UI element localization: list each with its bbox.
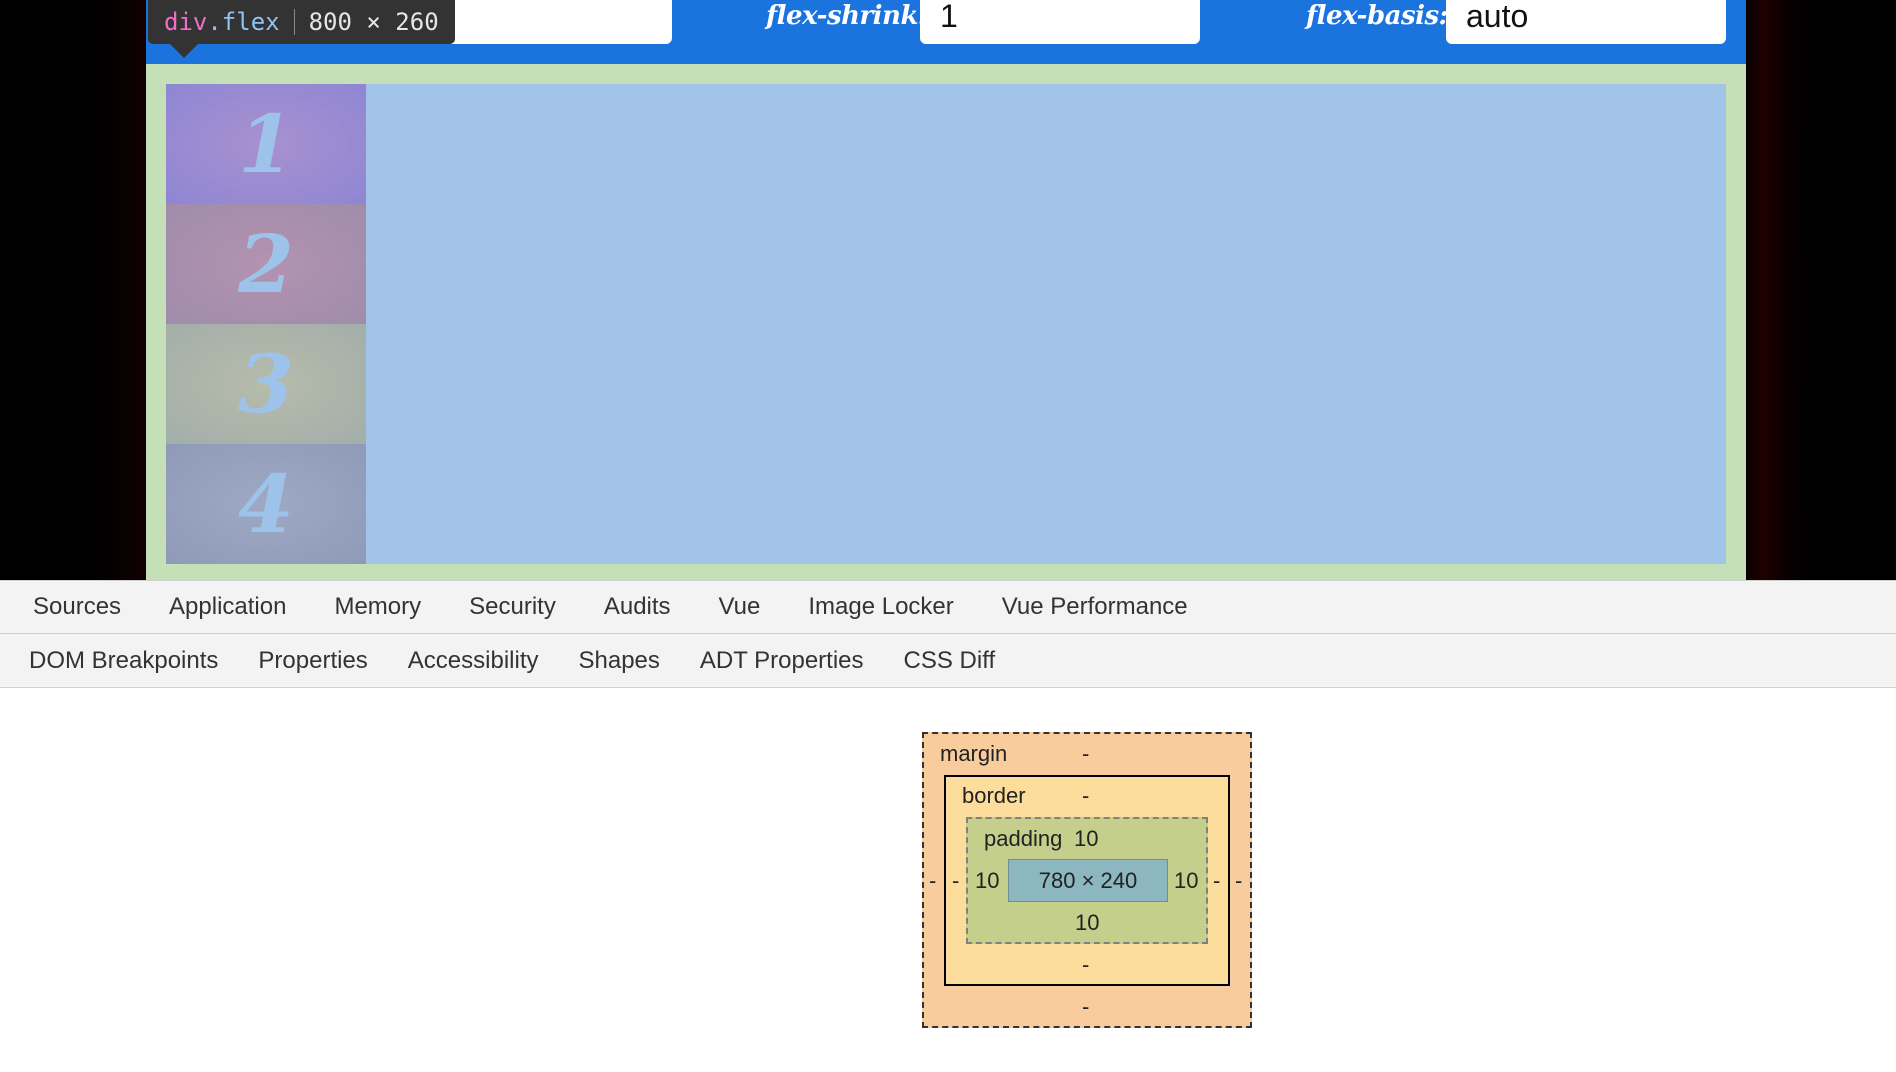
devtools-main-tabbar: Sources Application Memory Security Audi…	[0, 580, 1896, 634]
border-label: border	[962, 783, 1026, 808]
tab-dom-breakpoints[interactable]: DOM Breakpoints	[0, 647, 238, 675]
flex-basis-label: flex-basis:	[1306, 1, 1448, 31]
box-model-content[interactable]: 780 × 240	[1008, 859, 1168, 902]
tooltip-tag-name: div	[164, 8, 208, 36]
tab-css-diff[interactable]: CSS Diff	[884, 647, 1016, 675]
padding-left-value[interactable]: 10	[975, 868, 999, 894]
padding-right-value[interactable]: 10	[1174, 868, 1198, 894]
padding-top-value[interactable]: 10	[1074, 826, 1098, 852]
border-right-value[interactable]: -	[1213, 868, 1220, 894]
tab-security[interactable]: Security	[445, 593, 580, 621]
tab-audits[interactable]: Audits	[580, 593, 695, 621]
flex-item-2[interactable]: 2	[166, 204, 366, 324]
padding-label: padding	[984, 826, 1063, 851]
margin-left-value[interactable]: -	[929, 868, 936, 894]
flex-basis-input[interactable]: auto	[1446, 0, 1726, 44]
tab-image-locker[interactable]: Image Locker	[784, 593, 977, 621]
page-viewport: flex-shrink: 1 flex-basis: auto 1 2 3 4 …	[0, 0, 1896, 580]
tab-adt-properties[interactable]: ADT Properties	[680, 647, 884, 675]
flex-shrink-label: flex-shrink:	[766, 1, 928, 31]
margin-label: margin	[940, 741, 1008, 766]
element-inspect-tooltip: div .flex 800 × 260	[148, 0, 455, 44]
tooltip-arrow-icon	[170, 44, 198, 58]
devtools-sidebar-tabbar: DOM Breakpoints Properties Accessibility…	[0, 634, 1896, 688]
tab-vue[interactable]: Vue	[695, 593, 785, 621]
tooltip-divider	[293, 9, 295, 35]
viewport-shadow-left	[96, 0, 146, 580]
tab-shapes[interactable]: Shapes	[559, 647, 680, 675]
border-bottom-value[interactable]: -	[1082, 952, 1089, 978]
tab-memory[interactable]: Memory	[310, 593, 445, 621]
flex-item-3[interactable]: 3	[166, 324, 366, 444]
flex-shrink-input[interactable]: 1	[920, 0, 1200, 44]
tab-accessibility[interactable]: Accessibility	[388, 647, 559, 675]
margin-top-value[interactable]: -	[1082, 741, 1089, 767]
tab-vue-performance[interactable]: Vue Performance	[978, 593, 1212, 621]
tooltip-dimensions: 800 × 260	[308, 8, 439, 36]
border-top-value[interactable]: -	[1082, 783, 1089, 809]
viewport-shadow-right	[1740, 0, 1810, 580]
flex-item-4[interactable]: 4	[166, 444, 366, 564]
tooltip-class-name: .flex	[207, 8, 280, 36]
flex-demo-page: flex-shrink: 1 flex-basis: auto 1 2 3 4	[146, 0, 1746, 580]
flex-container[interactable]: 1 2 3 4	[166, 84, 1726, 564]
margin-right-value[interactable]: -	[1235, 868, 1242, 894]
tab-application[interactable]: Application	[145, 593, 310, 621]
margin-bottom-value[interactable]: -	[1082, 994, 1089, 1020]
tab-sources[interactable]: Sources	[0, 593, 145, 621]
tab-properties[interactable]: Properties	[238, 647, 387, 675]
border-left-value[interactable]: -	[952, 868, 959, 894]
flex-item-1[interactable]: 1	[166, 84, 366, 204]
padding-bottom-value[interactable]: 10	[1075, 910, 1099, 936]
